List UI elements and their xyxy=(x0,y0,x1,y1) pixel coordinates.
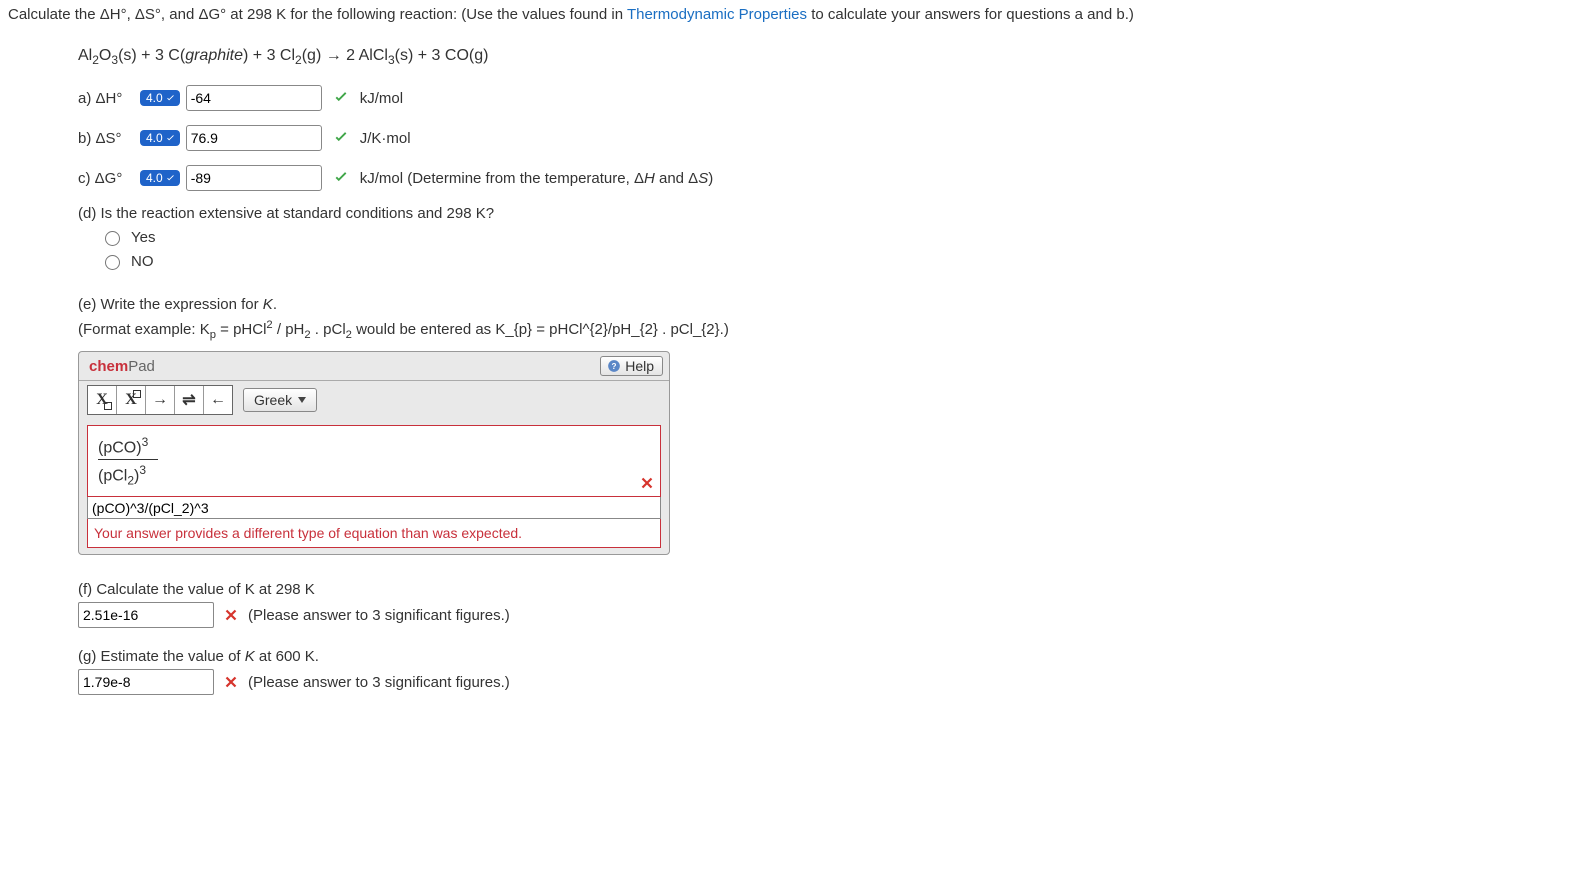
part-b-row: b) ΔS° 4.0 J/K·mol xyxy=(78,125,1570,151)
part-c-input[interactable] xyxy=(186,165,322,191)
chempad-help-button[interactable]: ? Help xyxy=(600,356,663,376)
thermo-properties-link[interactable]: Thermodynamic Properties xyxy=(627,6,807,23)
part-d-radio-no[interactable] xyxy=(105,255,120,270)
part-g-hint: (Please answer to 3 significant figures.… xyxy=(248,674,510,691)
part-a-score-badge: 4.0 xyxy=(140,90,180,106)
part-f-prompt: (f) Calculate the value of K at 298 K xyxy=(78,581,1570,598)
part-b-label: b) ΔS° xyxy=(78,130,140,147)
x-icon xyxy=(222,606,240,624)
chempad-feedback: Your answer provides a different type of… xyxy=(87,519,661,548)
part-b-unit: J/K·mol xyxy=(360,130,411,147)
badge-check-icon xyxy=(165,133,176,144)
part-d-option-no-row: NO xyxy=(100,252,1570,270)
chempad-widget: chemPad ? Help X X → ⇌ ← Greek xyxy=(78,351,670,555)
part-g-input[interactable] xyxy=(78,669,214,695)
rendered-numerator: (pCO)3 xyxy=(98,432,652,458)
badge-check-icon xyxy=(165,93,176,104)
svg-text:?: ? xyxy=(612,362,617,371)
chempad-rendered-area[interactable]: (pCO)3 (pCl2)3 xyxy=(87,425,661,497)
part-d-question: (d) Is the reaction extensive at standar… xyxy=(78,205,1570,222)
part-c-row: c) ΔG° 4.0 kJ/mol (Determine from the te… xyxy=(78,165,1570,191)
part-b-score-badge: 4.0 xyxy=(140,130,180,146)
part-g-prompt: (g) Estimate the value of K at 600 K. xyxy=(78,648,1570,665)
part-b-input[interactable] xyxy=(186,125,322,151)
rendered-denominator: (pCl2)3 xyxy=(98,460,652,491)
subscript-button[interactable]: X xyxy=(88,386,117,414)
part-d-label-no: NO xyxy=(131,253,154,270)
greek-dropdown[interactable]: Greek xyxy=(243,388,317,412)
check-icon xyxy=(332,89,350,107)
chempad-raw-input[interactable] xyxy=(87,497,661,519)
back-arrow-button[interactable]: ← xyxy=(204,386,232,414)
part-d-option-yes-row: Yes xyxy=(100,228,1570,246)
part-c-score: 4.0 xyxy=(146,171,163,185)
chempad-title-chem: chem xyxy=(89,358,128,375)
part-a-unit: kJ/mol xyxy=(360,90,403,107)
chempad-title: chemPad xyxy=(89,358,155,375)
badge-check-icon xyxy=(165,173,176,184)
x-icon xyxy=(638,474,656,492)
chevron-down-icon xyxy=(298,397,306,403)
part-e-prompt: (e) Write the expression for K. xyxy=(78,296,1570,313)
chempad-help-label: Help xyxy=(625,358,654,374)
part-c-score-badge: 4.0 xyxy=(140,170,180,186)
part-f-hint: (Please answer to 3 significant figures.… xyxy=(248,607,510,624)
part-c-unit: kJ/mol (Determine from the temperature, … xyxy=(360,170,714,187)
part-d-label-yes: Yes xyxy=(131,229,155,246)
part-d-radio-yes[interactable] xyxy=(105,231,120,246)
part-e-format: (Format example: Kp = pHCl2 / pH2 . pCl2… xyxy=(78,319,1570,341)
check-icon xyxy=(332,129,350,147)
part-c-label: c) ΔG° xyxy=(78,170,140,187)
x-icon xyxy=(222,673,240,691)
part-b-score: 4.0 xyxy=(146,131,163,145)
help-icon: ? xyxy=(607,359,621,373)
part-f-input[interactable] xyxy=(78,602,214,628)
question-intro: Calculate the ΔH°, ΔS°, and ΔG° at 298 K… xyxy=(8,6,1570,23)
chempad-toolbar: X X → ⇌ ← Greek xyxy=(79,381,669,421)
forward-arrow-button[interactable]: → xyxy=(146,386,175,414)
check-icon xyxy=(332,169,350,187)
superscript-button[interactable]: X xyxy=(117,386,146,414)
reaction-equation: Al2O3(s) + 3 C(graphite) + 3 Cl2(g) → 2 … xyxy=(78,47,1570,67)
part-a-score: 4.0 xyxy=(146,91,163,105)
chempad-format-group: X X → ⇌ ← xyxy=(87,385,233,415)
equilibrium-arrow-button[interactable]: ⇌ xyxy=(175,386,204,414)
greek-label: Greek xyxy=(254,392,292,408)
chempad-title-pad: Pad xyxy=(128,358,155,375)
part-a-label: a) ΔH° xyxy=(78,90,140,107)
intro-pre: Calculate the ΔH°, ΔS°, and ΔG° at 298 K… xyxy=(8,6,627,23)
part-a-input[interactable] xyxy=(186,85,322,111)
intro-post: to calculate your answers for questions … xyxy=(811,6,1134,23)
part-a-row: a) ΔH° 4.0 kJ/mol xyxy=(78,85,1570,111)
